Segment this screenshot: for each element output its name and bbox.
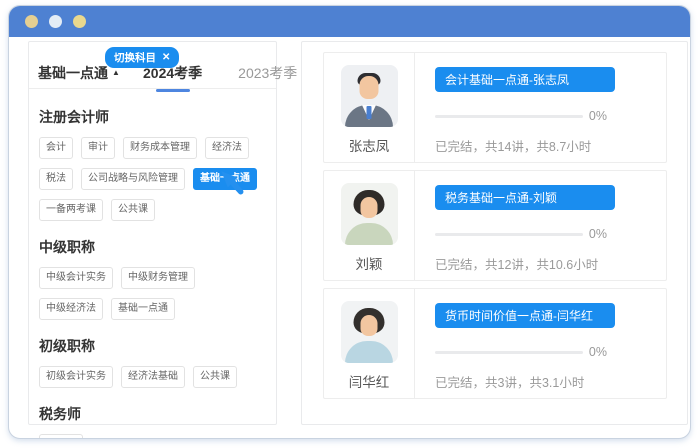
subject-tag[interactable]: 公司战略与风险管理 — [81, 168, 185, 190]
course-list-panel: 张志凤 会计基础一点通-张志凤 0% 已完结，共14讲，共8.7小时 — [301, 41, 688, 425]
progress-row: 0% — [435, 109, 607, 123]
subject-tag[interactable]: 中级经济法 — [39, 298, 103, 320]
subject-tag[interactable]: 初级会计实务 — [39, 366, 113, 388]
close-icon[interactable]: ✕ — [162, 52, 170, 63]
teacher-cell: 闫华红 — [324, 289, 415, 398]
teacher-photo[interactable] — [341, 65, 398, 127]
subject-tag[interactable]: 一备两考课 — [39, 199, 103, 221]
subject-tag[interactable]: 财务成本管理 — [123, 137, 197, 159]
progress-bar — [435, 115, 583, 118]
section-tags: 中级会计实务 中级财务管理 中级经济法 基础一点通 — [39, 267, 266, 320]
window-titlebar — [9, 6, 690, 37]
window-control-dot[interactable] — [73, 15, 86, 28]
progress-percent: 0% — [589, 227, 607, 241]
subject-tag[interactable]: 中级会计实务 — [39, 267, 113, 289]
subject-tag[interactable]: 经济法 — [205, 137, 249, 159]
subject-tag[interactable]: 审计 — [81, 137, 115, 159]
course-card: 张志凤 会计基础一点通-张志凤 0% 已完结，共14讲，共8.7小时 — [323, 52, 667, 163]
panel-header: 切换科目 ✕ 基础一点通 ▲ 2024考季 2023考季 — [29, 42, 276, 89]
section-title: 初级职称 — [39, 336, 266, 356]
section-title: 注册会计师 — [39, 107, 266, 127]
course-title-button[interactable]: 税务基础一点通-刘颖 — [435, 185, 615, 210]
avatar-face — [361, 197, 378, 218]
avatar-body — [345, 341, 393, 363]
season-tab[interactable]: 2023考季 — [238, 63, 297, 83]
avatar-face — [361, 315, 378, 336]
course-card: 刘颖 税务基础一点通-刘颖 0% 已完结，共12讲，共10.6小时 — [323, 170, 667, 281]
progress-percent: 0% — [589, 345, 607, 359]
course-info: 已完结，共14讲，共8.7小时 — [435, 136, 666, 155]
subject-filter-panel: 切换科目 ✕ 基础一点通 ▲ 2024考季 2023考季 注册会计师 — [28, 41, 277, 425]
subject-tag[interactable]: 会计 — [39, 137, 73, 159]
subject-tag[interactable]: 公共课 — [39, 434, 83, 439]
course-card: 闫华红 货币时间价值一点通-闫华红 0% 已完结，共3讲，共3.1小时 — [323, 288, 667, 399]
teacher-name: 张志凤 — [349, 135, 390, 155]
teacher-cell: 张志凤 — [324, 53, 415, 162]
progress-row: 0% — [435, 345, 607, 359]
section-tags: 公共课 — [39, 434, 266, 439]
subject-tag[interactable]: 基础一点通 — [111, 298, 175, 320]
progress-percent: 0% — [589, 109, 607, 123]
avatar-body — [345, 105, 393, 127]
app-window: 切换科目 ✕ 基础一点通 ▲ 2024考季 2023考季 注册会计师 — [8, 5, 691, 439]
progress-bar — [435, 233, 583, 236]
teacher-photo[interactable] — [341, 301, 398, 363]
subject-section: 注册会计师 会计 审计 财务成本管理 经济法 税法 公 — [39, 107, 266, 221]
section-title: 中级职称 — [39, 237, 266, 257]
section-title: 税务师 — [39, 404, 266, 424]
teacher-name: 闫华红 — [349, 371, 390, 391]
subject-tag[interactable]: 公共课 — [111, 199, 155, 221]
switch-subject-label: 切换科目 — [114, 50, 156, 65]
subject-tag[interactable]: 经济法基础 — [121, 366, 185, 388]
course-info: 已完结，共12讲，共10.6小时 — [435, 254, 666, 273]
caret-up-icon: ▲ — [112, 69, 120, 77]
subject-tag[interactable]: 公共课 — [193, 366, 237, 388]
course-details: 税务基础一点通-刘颖 0% 已完结，共12讲，共10.6小时 — [415, 171, 666, 280]
subject-dropdown-label: 基础一点通 — [38, 63, 108, 83]
course-details: 货币时间价值一点通-闫华红 0% 已完结，共3讲，共3.1小时 — [415, 289, 666, 398]
avatar-face — [360, 76, 379, 99]
subject-section: 中级职称 中级会计实务 中级财务管理 中级经济法 基础一点通 — [39, 237, 266, 320]
progress-row: 0% — [435, 227, 607, 241]
subject-section: 税务师 公共课 — [39, 404, 266, 439]
window-control-dot[interactable] — [25, 15, 38, 28]
cursor-pointer-icon — [218, 169, 244, 195]
course-title-button[interactable]: 货币时间价值一点通-闫华红 — [435, 303, 615, 328]
progress-bar — [435, 351, 583, 354]
avatar-body — [345, 223, 393, 245]
course-title-button[interactable]: 会计基础一点通-张志凤 — [435, 67, 615, 92]
switch-subject-badge[interactable]: 切换科目 ✕ — [105, 47, 179, 68]
teacher-name: 刘颖 — [356, 253, 383, 273]
teacher-photo[interactable] — [341, 183, 398, 245]
subject-tag[interactable]: 中级财务管理 — [121, 267, 195, 289]
teacher-cell: 刘颖 — [324, 171, 415, 280]
subject-section: 初级职称 初级会计实务 经济法基础 公共课 — [39, 336, 266, 388]
course-info: 已完结，共3讲，共3.1小时 — [435, 372, 666, 391]
subject-sections: 注册会计师 会计 审计 财务成本管理 经济法 税法 公 — [39, 89, 266, 439]
section-tags: 初级会计实务 经济法基础 公共课 — [39, 366, 266, 388]
course-details: 会计基础一点通-张志凤 0% 已完结，共14讲，共8.7小时 — [415, 53, 666, 162]
subject-tag[interactable]: 税法 — [39, 168, 73, 190]
window-control-dot[interactable] — [49, 15, 62, 28]
